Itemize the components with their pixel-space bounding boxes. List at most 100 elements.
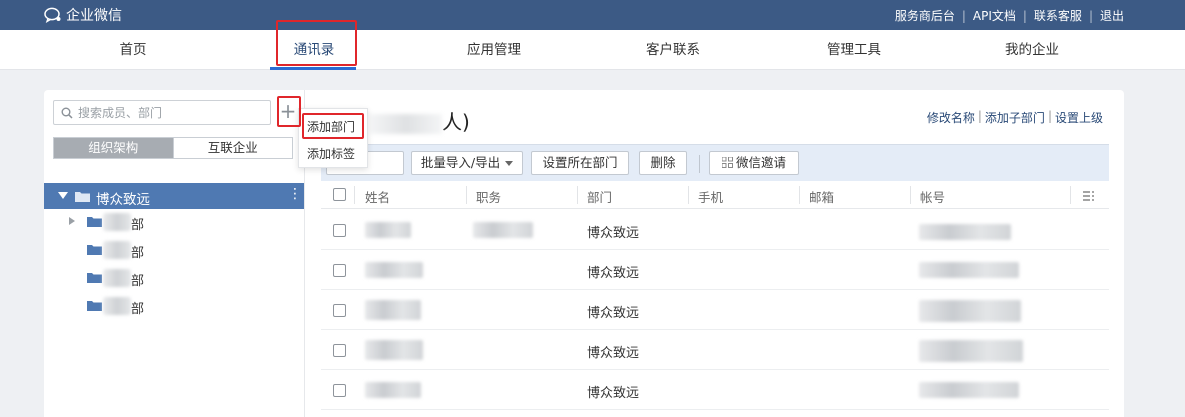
dept-title: 人) bbox=[370, 106, 470, 135]
tree-item-dept[interactable]: 部 bbox=[44, 238, 304, 262]
link-contact-support[interactable]: 联系客服 bbox=[1034, 7, 1082, 24]
row-checkbox[interactable] bbox=[333, 304, 346, 317]
link-set-parent[interactable]: 设置上级 bbox=[1055, 109, 1103, 126]
column-separator bbox=[799, 186, 800, 204]
logo[interactable]: 企业微信 bbox=[44, 5, 122, 25]
tab-interconnected-enterprise[interactable]: 互联企业 bbox=[172, 138, 292, 158]
highlight-box-contacts bbox=[276, 20, 357, 66]
tree-item-dept[interactable]: 部 bbox=[44, 294, 304, 318]
expand-right-icon[interactable] bbox=[69, 217, 75, 225]
member-table-header: 姓名 职务 部门 手机 邮箱 帐号 bbox=[321, 181, 1109, 209]
grid-icon bbox=[721, 156, 733, 168]
dept-title-suffix: 人) bbox=[442, 110, 470, 134]
nav-active-indicator bbox=[270, 67, 356, 70]
dept-actions: 修改名称 | 添加子部门 | 设置上级 bbox=[927, 109, 1103, 126]
link-separator: | bbox=[1047, 109, 1052, 123]
nav-customer-contact[interactable]: 客户联系 bbox=[632, 30, 714, 70]
redacted-account bbox=[919, 300, 1021, 322]
redacted-account bbox=[919, 224, 1011, 240]
row-checkbox[interactable] bbox=[333, 264, 346, 277]
redacted-title bbox=[473, 222, 533, 238]
delete-button[interactable]: 删除 bbox=[639, 151, 687, 175]
redacted-text bbox=[103, 269, 131, 287]
wechat-invite-button[interactable]: 微信邀请 bbox=[709, 151, 799, 175]
tree-item-dept[interactable]: 部 bbox=[44, 210, 304, 234]
redacted-name bbox=[365, 222, 411, 238]
member-toolbar: 批量导入/导出 设置所在部门 删除 微信邀请 bbox=[321, 144, 1109, 181]
link-separator: | bbox=[961, 8, 966, 23]
col-phone[interactable]: 手机 bbox=[698, 187, 723, 206]
link-logout[interactable]: 退出 bbox=[1100, 7, 1124, 24]
row-dept: 博众致远 bbox=[587, 226, 640, 241]
link-separator: | bbox=[977, 109, 982, 123]
col-account[interactable]: 帐号 bbox=[920, 187, 945, 206]
tree-item-label: 部 bbox=[131, 302, 145, 317]
contacts-panel: + 组织架构 互联企业 博众致远 ⋮ 部 部 部 部 人) 修改名称 bbox=[44, 90, 1124, 417]
table-row[interactable]: 博众致远 bbox=[321, 250, 1109, 290]
redacted-name bbox=[365, 300, 421, 320]
col-title[interactable]: 职务 bbox=[476, 187, 501, 206]
row-dept: 博众致远 bbox=[587, 306, 640, 321]
column-separator bbox=[688, 186, 689, 204]
nav-app-management[interactable]: 应用管理 bbox=[454, 30, 534, 70]
select-all-checkbox[interactable] bbox=[333, 188, 346, 201]
link-rename[interactable]: 修改名称 bbox=[927, 109, 975, 126]
org-tabs: 组织架构 互联企业 bbox=[53, 137, 293, 159]
column-settings-icon[interactable] bbox=[1083, 191, 1095, 201]
set-dept-button[interactable]: 设置所在部门 bbox=[531, 151, 629, 175]
wecom-logo-icon bbox=[44, 7, 61, 23]
row-checkbox[interactable] bbox=[333, 384, 346, 397]
nav-management-tools[interactable]: 管理工具 bbox=[813, 30, 895, 70]
table-row[interactable]: 博众致远 bbox=[321, 210, 1109, 250]
top-bar: 企业微信 服务商后台 | API文档 | 联系客服 | 退出 bbox=[0, 0, 1185, 30]
link-api-docs[interactable]: API文档 bbox=[973, 7, 1016, 24]
tree-item-dept[interactable]: 部 bbox=[44, 266, 304, 290]
redacted-name bbox=[365, 382, 421, 398]
tree-root-dept[interactable]: 博众致远 ⋮ bbox=[44, 183, 304, 209]
column-separator bbox=[354, 186, 355, 204]
tree-item-label: 部 bbox=[131, 246, 145, 261]
wechat-invite-label: 微信邀请 bbox=[735, 155, 786, 170]
row-checkbox[interactable] bbox=[333, 224, 346, 237]
link-separator: | bbox=[1088, 8, 1093, 23]
table-row[interactable]: 博众致远 bbox=[321, 290, 1109, 330]
row-dept: 博众致远 bbox=[587, 386, 640, 401]
menu-add-tag[interactable]: 添加标签 bbox=[307, 145, 355, 162]
redacted-text bbox=[103, 213, 131, 231]
row-checkbox[interactable] bbox=[333, 344, 346, 357]
nav-home[interactable]: 首页 bbox=[100, 30, 166, 70]
tree-item-label: 部 bbox=[131, 218, 145, 233]
tree-root-label: 博众致远 bbox=[96, 192, 150, 208]
import-export-button[interactable]: 批量导入/导出 bbox=[411, 151, 523, 175]
table-row[interactable]: 博众致远 bbox=[321, 330, 1109, 370]
tree-item-label: 部 bbox=[131, 274, 145, 289]
highlight-box-add bbox=[277, 96, 301, 127]
folder-icon bbox=[87, 301, 102, 311]
toolbar-separator bbox=[699, 155, 700, 173]
column-separator bbox=[910, 186, 911, 204]
redacted-account bbox=[919, 340, 1023, 362]
table-row[interactable]: 博众致远 bbox=[321, 370, 1109, 410]
column-separator bbox=[577, 186, 578, 204]
redacted-account bbox=[919, 382, 1019, 398]
nav-my-enterprise[interactable]: 我的企业 bbox=[991, 30, 1073, 70]
col-email[interactable]: 邮箱 bbox=[809, 187, 834, 206]
col-dept[interactable]: 部门 bbox=[587, 187, 612, 206]
search-box[interactable] bbox=[53, 100, 271, 125]
highlight-box-add-dept bbox=[302, 113, 364, 139]
expand-down-icon[interactable] bbox=[58, 192, 68, 199]
search-input[interactable] bbox=[78, 103, 266, 122]
link-service-provider[interactable]: 服务商后台 bbox=[895, 7, 955, 24]
link-add-subdept[interactable]: 添加子部门 bbox=[985, 109, 1045, 126]
col-name[interactable]: 姓名 bbox=[365, 187, 390, 206]
folder-icon bbox=[75, 192, 90, 202]
folder-icon bbox=[87, 217, 102, 227]
more-vertical-icon[interactable]: ⋮ bbox=[288, 187, 302, 201]
tab-org-structure[interactable]: 组织架构 bbox=[54, 138, 173, 158]
main-nav: 首页 通讯录 应用管理 客户联系 管理工具 我的企业 bbox=[0, 30, 1185, 70]
folder-icon bbox=[87, 273, 102, 283]
import-export-label: 批量导入/导出 bbox=[420, 155, 501, 170]
row-dept: 博众致远 bbox=[587, 266, 640, 281]
top-links: 服务商后台 | API文档 | 联系客服 | 退出 bbox=[895, 7, 1124, 24]
redacted-text bbox=[370, 113, 442, 134]
